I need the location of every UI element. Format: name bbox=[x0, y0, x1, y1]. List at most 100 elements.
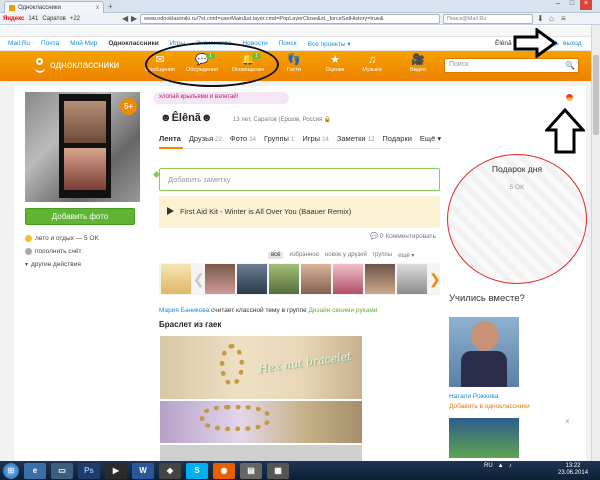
friend-avatar[interactable] bbox=[301, 264, 331, 294]
top-up-link[interactable]: пополнить счёт bbox=[25, 248, 81, 255]
music-status[interactable]: First Aid Kit - Winter is All Over You (… bbox=[159, 196, 440, 228]
minimize-button[interactable]: – bbox=[552, 0, 564, 10]
mail-link[interactable]: Почта bbox=[41, 40, 59, 47]
post-image-bracelet-3[interactable] bbox=[160, 445, 362, 461]
taskbar-skype-icon[interactable]: S bbox=[186, 462, 208, 479]
scrollbar-thumb[interactable] bbox=[593, 55, 599, 135]
taskbar-game-icon[interactable]: ◆ bbox=[159, 462, 181, 479]
friend-avatar[interactable] bbox=[161, 264, 191, 294]
filter-more[interactable]: ещё ▾ bbox=[398, 252, 414, 259]
browser-tab[interactable]: Одноклассники x bbox=[4, 1, 104, 13]
search-link[interactable]: Поиск bbox=[279, 40, 297, 47]
suggested-friend-photo-2[interactable] bbox=[449, 418, 519, 458]
close-window-button[interactable]: × bbox=[580, 0, 592, 10]
play-icon[interactable] bbox=[167, 207, 174, 215]
post-image-bracelet-2[interactable] bbox=[160, 401, 362, 443]
page-scrollbar[interactable] bbox=[591, 25, 600, 461]
volume-icon[interactable]: ♪ bbox=[509, 463, 512, 469]
friend-avatar[interactable] bbox=[205, 264, 235, 294]
my-world-link[interactable]: Мой Мир bbox=[70, 40, 97, 47]
weather-city[interactable]: Саратов bbox=[42, 16, 65, 22]
add-classmate-link[interactable]: Добавить в одноклассники bbox=[449, 403, 530, 410]
nav-video[interactable]: 🎥 Видео bbox=[398, 52, 438, 80]
chevron-right-icon[interactable]: ❯ bbox=[429, 271, 441, 288]
friend-avatar[interactable] bbox=[365, 264, 395, 294]
network-icon[interactable]: ▲ bbox=[498, 463, 504, 469]
nav-music-label: Музыка bbox=[362, 67, 382, 73]
chevron-left-icon[interactable]: ❮ bbox=[193, 271, 205, 288]
tab-photos[interactable]: Фото 34 bbox=[230, 134, 256, 143]
close-icon[interactable]: × bbox=[565, 417, 570, 426]
gift-of-day-price: 5 OK bbox=[509, 184, 525, 191]
summer-holiday-link[interactable]: лето и отдых — 5 OK bbox=[25, 235, 99, 242]
tab-notes[interactable]: Заметки 12 bbox=[337, 134, 374, 143]
home-icon[interactable]: ⌂ bbox=[549, 14, 554, 23]
friend-avatar[interactable] bbox=[333, 264, 363, 294]
browser-search-input[interactable]: Поиск@Mail.Ru bbox=[443, 14, 533, 24]
tab-games-count: 14 bbox=[322, 137, 329, 143]
mailru-link[interactable]: Mail.Ru bbox=[8, 40, 30, 47]
language-flag-icon[interactable] bbox=[566, 94, 573, 101]
tab-friends[interactable]: Друзья 22 bbox=[189, 134, 222, 143]
taskbar-word-icon[interactable]: W bbox=[132, 462, 154, 479]
menu-icon[interactable]: ≡ bbox=[561, 14, 566, 23]
friend-avatar[interactable] bbox=[237, 264, 267, 294]
forward-arrow-icon[interactable]: ▶ bbox=[131, 14, 137, 23]
promo-text: хлопай крыльями и взлетай! bbox=[159, 94, 239, 100]
nav-music[interactable]: ♫ Музыка bbox=[352, 52, 392, 80]
other-actions-link[interactable]: ▾ другие действия bbox=[25, 261, 81, 268]
weather-temp[interactable]: +22 bbox=[70, 16, 80, 22]
all-projects-link[interactable]: Все проекты ▾ bbox=[308, 40, 351, 48]
search-icon[interactable]: 🔍 bbox=[565, 61, 575, 70]
comment-link[interactable]: 💬 0 Комментировать bbox=[370, 232, 436, 240]
taskbar-firefox-icon[interactable]: ◉ bbox=[213, 462, 235, 479]
tab-more[interactable]: Ещё ▾ bbox=[420, 134, 441, 143]
post-author-link[interactable]: Мария Баникова bbox=[159, 307, 209, 314]
filter-groups[interactable]: группы bbox=[373, 252, 392, 259]
add-note-input[interactable]: Добавить заметку bbox=[159, 168, 440, 191]
logout-link[interactable]: выход bbox=[563, 40, 582, 47]
tab-feed[interactable]: Лента bbox=[159, 134, 181, 143]
ok-logo[interactable]: одноклассники bbox=[34, 58, 119, 73]
system-clock[interactable]: 13:22 23.06.2014 bbox=[558, 463, 588, 477]
five-plus-badge[interactable]: 5+ bbox=[120, 98, 137, 115]
maximize-button[interactable]: □ bbox=[566, 0, 578, 10]
suggested-friend-photo[interactable] bbox=[449, 317, 519, 387]
keyboard-language[interactable]: RU bbox=[484, 463, 493, 469]
download-icon[interactable]: ⬇ bbox=[537, 14, 544, 23]
taskbar-app2-icon[interactable]: ▦ bbox=[267, 462, 289, 479]
back-arrow-icon[interactable]: ◀ bbox=[122, 14, 128, 23]
ok-search-input[interactable]: Поиск 🔍 bbox=[444, 58, 579, 73]
nav-ratings-label: Оценки bbox=[325, 67, 345, 73]
status-promo[interactable]: хлопай крыльями и взлетай! bbox=[153, 92, 289, 104]
filter-favorites[interactable]: избранное bbox=[289, 252, 318, 259]
current-user-name[interactable]: Êlênã bbox=[495, 40, 512, 47]
friend-avatar[interactable] bbox=[397, 264, 427, 294]
post-image-bracelet[interactable]: Hex nut bracelet bbox=[160, 336, 362, 399]
mail-counter[interactable]: 141 bbox=[28, 16, 38, 22]
tab-gifts[interactable]: Подарки bbox=[382, 134, 412, 143]
nav-ratings[interactable]: ★ Оценки bbox=[315, 52, 355, 80]
music-track-title[interactable]: First Aid Kit - Winter is All Over You (… bbox=[180, 207, 351, 217]
filter-all[interactable]: всё bbox=[268, 252, 284, 259]
taskbar-photoshop-icon[interactable]: Ps bbox=[78, 462, 100, 479]
yandex-bar-logo[interactable]: Яндекс bbox=[3, 16, 24, 22]
address-bar[interactable]: www.odnoklassniki.ru/?st.cmd=userMain&st… bbox=[140, 14, 440, 24]
suggested-friend-name[interactable]: Натали Рожкова bbox=[449, 393, 498, 400]
post-group-link[interactable]: Дизайн своими руками bbox=[309, 307, 378, 314]
taskbar-app-icon[interactable]: ▤ bbox=[240, 462, 262, 479]
filter-friends-new[interactable]: новое у друзей bbox=[325, 252, 367, 259]
tab-games[interactable]: Игры 14 bbox=[302, 134, 328, 143]
new-tab-button[interactable]: + bbox=[108, 2, 113, 11]
taskbar-player-icon[interactable]: ▶ bbox=[105, 462, 127, 479]
nav-guests[interactable]: 👣 Гости bbox=[274, 52, 314, 80]
taskbar-explorer-icon[interactable]: ▭ bbox=[51, 462, 73, 479]
taskbar-ie-icon[interactable]: e bbox=[24, 462, 46, 479]
start-button[interactable]: ⊞ bbox=[3, 462, 19, 479]
post-title[interactable]: Браслет из гаек bbox=[159, 320, 221, 329]
tab-close-icon[interactable]: x bbox=[96, 5, 99, 11]
friend-avatar[interactable] bbox=[269, 264, 299, 294]
add-photo-button[interactable]: Добавить фото bbox=[25, 208, 135, 225]
odnoklassniki-link[interactable]: Одноклассники bbox=[108, 40, 158, 47]
tab-groups[interactable]: Группы 1 bbox=[264, 134, 294, 143]
